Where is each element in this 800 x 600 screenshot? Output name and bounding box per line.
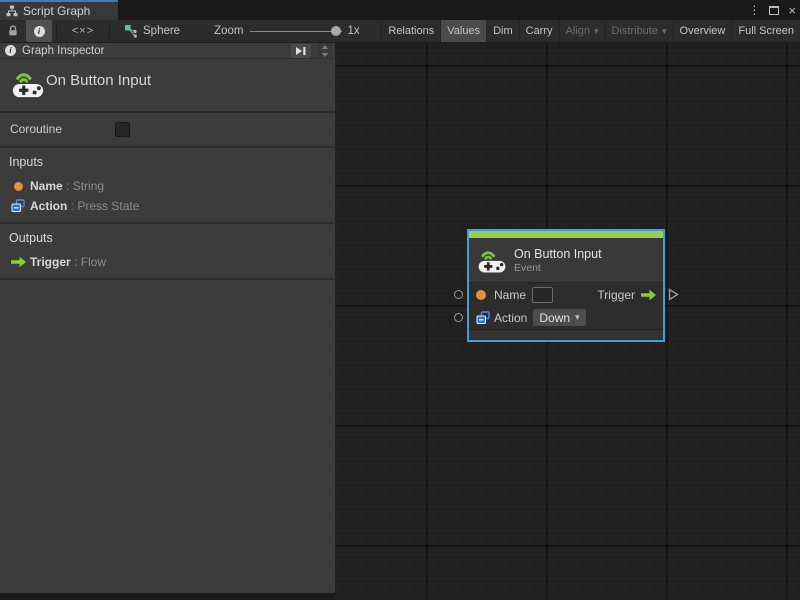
event-color-bar: [469, 231, 663, 238]
trigger-output-port[interactable]: [668, 288, 679, 301]
lock-icon: [9, 25, 17, 36]
enum-port-icon: [476, 310, 490, 324]
zoom-value: 1x: [347, 25, 360, 37]
port-row-action: Action : Press State: [0, 196, 335, 216]
tab-title: Script Graph: [23, 4, 91, 18]
graph-toolbar: i <×> Sphere Zoom 1x Relations Values Di…: [0, 20, 800, 43]
node-name-row: Name Trigger: [469, 283, 663, 306]
zoom-slider-track: [249, 30, 342, 32]
graph-owner-label: Sphere: [143, 25, 181, 37]
node-subtitle: Event: [514, 261, 541, 274]
tab-script-graph[interactable]: Script Graph: [0, 0, 118, 20]
tab-bar: Script Graph ⋮ ×: [0, 0, 800, 20]
graph-target-breadcrumb[interactable]: Sphere: [114, 20, 188, 42]
flow-port-icon: [10, 256, 26, 268]
view-options-group: Relations Values Dim Carry Align ▾ Distr…: [381, 20, 800, 42]
on-button-input-node[interactable]: On Button Input Event Name Trigger Actio…: [467, 229, 665, 342]
inspector-toggle-button[interactable]: i: [26, 20, 52, 42]
caret-down-icon: ▾: [593, 25, 599, 36]
flow-arrow-icon: [641, 289, 656, 300]
node-footer: [469, 329, 663, 339]
zoom-label: Zoom: [214, 25, 244, 37]
overview-button[interactable]: Overview: [672, 20, 732, 42]
section-divider: [0, 278, 335, 280]
port-type: : Press State: [67, 199, 140, 213]
node-title: On Button Input: [514, 246, 602, 261]
window-menu-icon[interactable]: ⋮: [748, 4, 760, 16]
lock-button[interactable]: [0, 20, 26, 42]
align-button[interactable]: Align ▾: [558, 20, 605, 42]
coroutine-label: Coroutine: [10, 122, 63, 136]
panel-spinner: [318, 43, 332, 59]
dock-icon: [296, 47, 306, 55]
outputs-section: Outputs Trigger : Flow: [0, 224, 335, 278]
unit-title: On Button Input: [46, 72, 152, 89]
edit-source-button[interactable]: <×>: [61, 20, 105, 42]
trigger-port-label: Trigger: [597, 287, 635, 302]
enum-port-icon: [11, 199, 25, 212]
spin-up-button[interactable]: [318, 43, 332, 51]
port-row-name: Name : String: [0, 176, 335, 196]
triangle-up-icon: [322, 44, 328, 49]
port-name: Action: [30, 199, 68, 213]
script-graph-icon: [6, 5, 18, 17]
action-port-label: Action: [494, 310, 528, 325]
string-port-icon: [13, 181, 23, 191]
close-icon[interactable]: ×: [788, 4, 796, 17]
gamepad-icon: [12, 73, 44, 98]
name-value-input[interactable]: [532, 286, 554, 303]
graph-canvas[interactable]: On Button Input Event Name Trigger Actio…: [335, 43, 800, 600]
info-icon: i: [33, 25, 45, 37]
coroutine-row: Coroutine: [0, 113, 335, 146]
toolbar-separator: [109, 23, 110, 39]
maximize-icon[interactable]: [769, 5, 780, 15]
inputs-section: Inputs Name : String Action : Press Stat…: [0, 148, 335, 222]
values-button[interactable]: Values: [440, 20, 487, 42]
triangle-down-icon: [322, 53, 328, 58]
graph-inspector-panel: i Graph Inspector On Button Input Corout…: [0, 43, 335, 593]
window-bottom-edge: [0, 593, 335, 600]
zoom-slider[interactable]: [249, 26, 342, 36]
distribute-button[interactable]: Distribute ▾: [604, 20, 673, 42]
action-input-port[interactable]: [454, 313, 463, 322]
action-dropdown-value: Down: [539, 310, 571, 325]
node-header[interactable]: On Button Input Event: [469, 238, 663, 282]
toolbar-separator: [56, 23, 57, 39]
outputs-title: Outputs: [9, 231, 53, 245]
spin-down-button[interactable]: [318, 51, 332, 59]
port-type: : String: [62, 179, 105, 193]
unity-visual-scripting-window: Script Graph ⋮ × i <×> Sphere Zoom 1x Re…: [0, 0, 800, 600]
zoom-slider-thumb[interactable]: [330, 26, 341, 36]
node-action-row: Action Down ▾: [469, 306, 663, 329]
dock-panel-button[interactable]: [291, 44, 311, 58]
unit-title-section: On Button Input: [0, 59, 335, 111]
name-input-port[interactable]: [454, 290, 463, 299]
graph-owner-icon: [125, 25, 137, 38]
caret-down-icon: ▾: [575, 312, 580, 322]
coroutine-checkbox[interactable]: [115, 122, 130, 137]
action-dropdown[interactable]: Down ▾: [533, 309, 586, 326]
caret-down-icon: ▾: [661, 25, 667, 36]
gamepad-icon: [478, 251, 506, 273]
port-name: Trigger: [30, 255, 71, 269]
relations-button[interactable]: Relations: [381, 20, 440, 42]
port-row-trigger: Trigger : Flow: [0, 252, 335, 272]
inspector-header: i Graph Inspector: [0, 43, 335, 59]
dim-button[interactable]: Dim: [486, 20, 519, 42]
inputs-title: Inputs: [9, 155, 44, 169]
name-port-label: Name: [494, 287, 527, 302]
full-screen-button[interactable]: Full Screen: [731, 20, 800, 42]
carry-button[interactable]: Carry: [518, 20, 559, 42]
port-type: : Flow: [70, 255, 107, 269]
info-icon: i: [5, 45, 16, 56]
port-name: Name: [30, 179, 63, 193]
string-port-icon: [476, 289, 486, 300]
inspector-title: Graph Inspector: [22, 44, 105, 57]
